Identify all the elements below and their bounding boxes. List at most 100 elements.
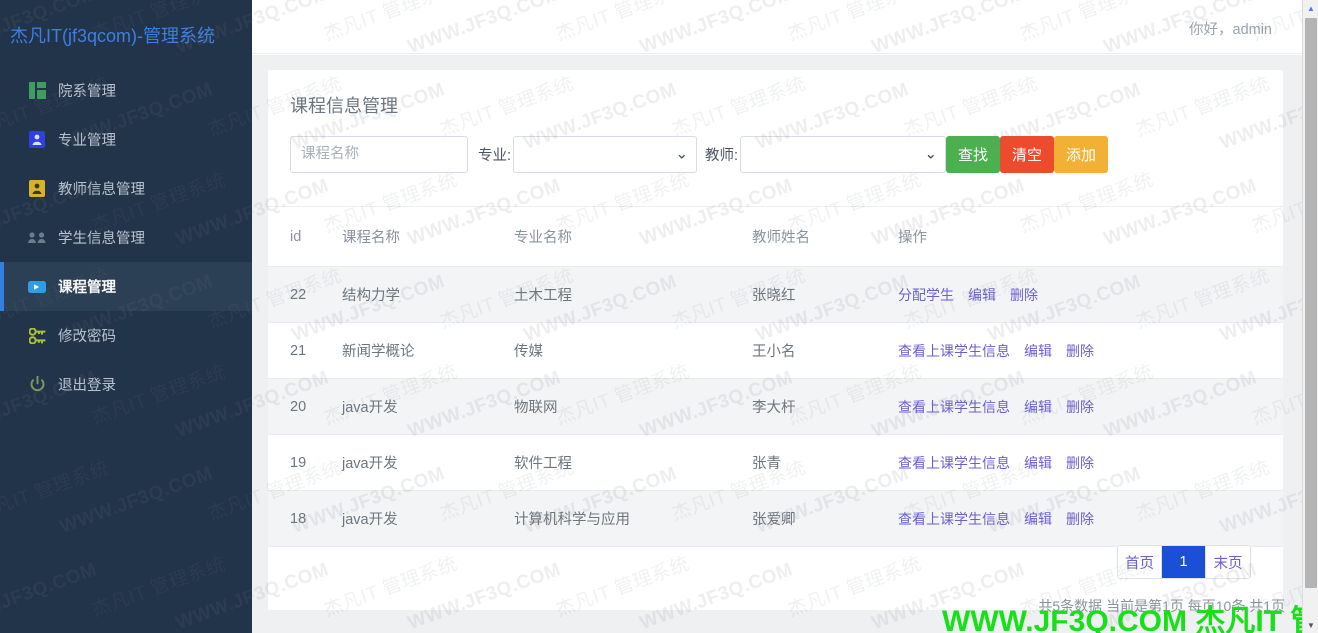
table-row: 18 java开发 计算机科学与应用 张爱卿 查看上课学生信息 编辑 删除 xyxy=(268,490,1283,547)
clear-button[interactable]: 清空 xyxy=(1000,135,1055,173)
teacher-label: 教师: xyxy=(705,147,739,164)
sidebar-item-label: 教师信息管理 xyxy=(58,182,145,198)
column-header-major: 专业名称 xyxy=(514,207,752,267)
scroll-down-arrow-icon[interactable]: ▼ xyxy=(1303,617,1318,633)
table-body: 22 结构力学 土木工程 张晓红 分配学生 编辑 删除 21 新闻学概论 传媒 王小名 查看上课学生信… xyxy=(268,266,1283,547)
cell-teacher: 张晓红 xyxy=(752,266,898,323)
cell-course: java开发 xyxy=(342,490,514,547)
table-header-row: id 课程名称 专业名称 教师姓名 操作 xyxy=(268,207,1283,267)
action-delete[interactable]: 删除 xyxy=(1010,287,1038,303)
action-view-students[interactable]: 查看上课学生信息 xyxy=(898,343,1010,359)
table-row: 22 结构力学 土木工程 张晓红 分配学生 编辑 删除 xyxy=(268,266,1283,323)
cell-actions: 查看上课学生信息 编辑 删除 xyxy=(898,378,1283,435)
cell-actions: 查看上课学生信息 编辑 删除 xyxy=(898,434,1283,491)
cell-teacher: 张爱卿 xyxy=(752,490,898,547)
cell-id: 20 xyxy=(268,378,342,435)
column-header-course: 课程名称 xyxy=(342,207,514,267)
cell-major: 计算机科学与应用 xyxy=(514,490,752,547)
scroll-up-arrow-icon[interactable]: ▲ xyxy=(1303,0,1318,16)
user-square-icon xyxy=(28,180,46,198)
page-title: 课程信息管理 xyxy=(290,96,398,116)
sidebar-nav: 院系管理专业管理教师信息管理 学生信息管理 课程管理修改密码退出登录 xyxy=(0,66,252,409)
sidebar-item-6[interactable]: 修改密码 xyxy=(0,311,252,360)
action-edit[interactable]: 编辑 xyxy=(968,287,996,303)
major-label: 专业: xyxy=(478,147,512,164)
cell-major: 土木工程 xyxy=(514,266,752,323)
cell-course: 结构力学 xyxy=(342,266,514,323)
action-delete[interactable]: 删除 xyxy=(1066,455,1094,471)
major-select-wrap[interactable]: ⌄ xyxy=(513,135,698,173)
table-row: 21 新闻学概论 传媒 王小名 查看上课学生信息 编辑 删除 xyxy=(268,322,1283,379)
sidebar-item-label: 修改密码 xyxy=(58,329,116,345)
pagination-last[interactable]: 末页 xyxy=(1206,546,1250,578)
power-icon xyxy=(28,376,46,394)
keys-icon xyxy=(28,327,46,345)
course-management-card: 课程信息管理 专业: ⌄ 教师: ⌄ 查找 清空 添加 id 课程名称 专业名称… xyxy=(268,70,1283,610)
sidebar-item-label: 院系管理 xyxy=(58,84,116,100)
pagination-first[interactable]: 首页 xyxy=(1118,546,1162,578)
cell-major: 物联网 xyxy=(514,378,752,435)
sidebar-item-label: 课程管理 xyxy=(58,280,116,296)
cell-major: 软件工程 xyxy=(514,434,752,491)
sidebar-item-label: 专业管理 xyxy=(58,133,116,149)
sidebar-item-label: 退出登录 xyxy=(58,378,116,394)
action-view-students[interactable]: 查看上课学生信息 xyxy=(898,455,1010,471)
cell-course: java开发 xyxy=(342,434,514,491)
pagination-page-1[interactable]: 1 xyxy=(1162,546,1206,578)
action-edit[interactable]: 编辑 xyxy=(1024,399,1052,415)
vertical-scrollbar[interactable]: ▲ ▼ xyxy=(1302,0,1318,633)
action-edit[interactable]: 编辑 xyxy=(1024,455,1052,471)
search-button[interactable]: 查找 xyxy=(946,135,1001,173)
cell-actions: 查看上课学生信息 编辑 删除 xyxy=(898,322,1283,379)
scrollbar-thumb[interactable] xyxy=(1305,18,1317,588)
cell-teacher: 张青 xyxy=(752,434,898,491)
course-table: id 课程名称 专业名称 教师姓名 操作 22 结构力学 土木工程 张晓红 分配学生 编辑… xyxy=(268,207,1283,547)
user-greeting: 你好，admin xyxy=(1189,22,1272,38)
cell-id: 21 xyxy=(268,322,342,379)
id-badge-icon xyxy=(28,131,46,149)
cell-id: 22 xyxy=(268,266,342,323)
sidebar-item-7[interactable]: 退出登录 xyxy=(0,360,252,409)
sidebar-item-2[interactable]: 专业管理 xyxy=(0,115,252,164)
table-row: 19 java开发 软件工程 张青 查看上课学生信息 编辑 删除 xyxy=(268,434,1283,491)
action-view-students[interactable]: 查看上课学生信息 xyxy=(898,511,1010,527)
column-header-actions: 操作 xyxy=(898,207,1283,267)
action-delete[interactable]: 删除 xyxy=(1066,399,1094,415)
sidebar: 杰凡IT(jf3qcom)-管理系统 院系管理专业管理教师信息管理 学生信息管理课… xyxy=(0,0,252,633)
teacher-select[interactable] xyxy=(740,135,947,173)
top-bar: 你好，admin xyxy=(252,0,1318,54)
sidebar-item-5[interactable]: 课程管理 xyxy=(0,262,252,311)
table-row: 20 java开发 物联网 李大杆 查看上课学生信息 编辑 删除 xyxy=(268,378,1283,435)
filter-bar: 专业: ⌄ 教师: ⌄ 查找 清空 添加 xyxy=(268,118,1283,176)
action-edit[interactable]: 编辑 xyxy=(1024,343,1052,359)
major-select[interactable] xyxy=(513,135,698,173)
sidebar-item-3[interactable]: 教师信息管理 xyxy=(0,164,252,213)
cell-teacher: 王小名 xyxy=(752,322,898,379)
action-delete[interactable]: 删除 xyxy=(1066,511,1094,527)
pagination-status: 共5条数据 当前是第1页 每页10条 共1页 xyxy=(1038,598,1285,614)
cell-actions: 查看上课学生信息 编辑 删除 xyxy=(898,490,1283,547)
sidebar-item-label: 学生信息管理 xyxy=(58,231,145,247)
sidebar-item-4[interactable]: 学生信息管理 xyxy=(0,213,252,262)
table-head: id 课程名称 专业名称 教师姓名 操作 xyxy=(268,207,1283,267)
brand-title: 杰凡IT(jf3qcom)-管理系统 xyxy=(10,26,216,46)
columns-icon xyxy=(28,82,46,100)
action-delete[interactable]: 删除 xyxy=(1066,343,1094,359)
action-view-students[interactable]: 查看上课学生信息 xyxy=(898,399,1010,415)
course-name-input[interactable] xyxy=(290,135,468,173)
teacher-select-wrap[interactable]: ⌄ xyxy=(740,135,947,173)
column-header-teacher: 教师姓名 xyxy=(752,207,898,267)
action-edit[interactable]: 编辑 xyxy=(1024,511,1052,527)
cell-actions: 分配学生 编辑 删除 xyxy=(898,266,1283,323)
action-view-students[interactable]: 分配学生 xyxy=(898,287,954,303)
pagination: 首页 1 末页 xyxy=(1117,545,1251,579)
cell-course: java开发 xyxy=(342,378,514,435)
add-button[interactable]: 添加 xyxy=(1054,135,1109,173)
cell-major: 传媒 xyxy=(514,322,752,379)
sidebar-item-1[interactable]: 院系管理 xyxy=(0,66,252,115)
cell-id: 19 xyxy=(268,434,342,491)
column-header-id: id xyxy=(268,207,342,267)
video-camera-icon xyxy=(28,278,46,296)
cell-id: 18 xyxy=(268,490,342,547)
cell-course: 新闻学概论 xyxy=(342,322,514,379)
